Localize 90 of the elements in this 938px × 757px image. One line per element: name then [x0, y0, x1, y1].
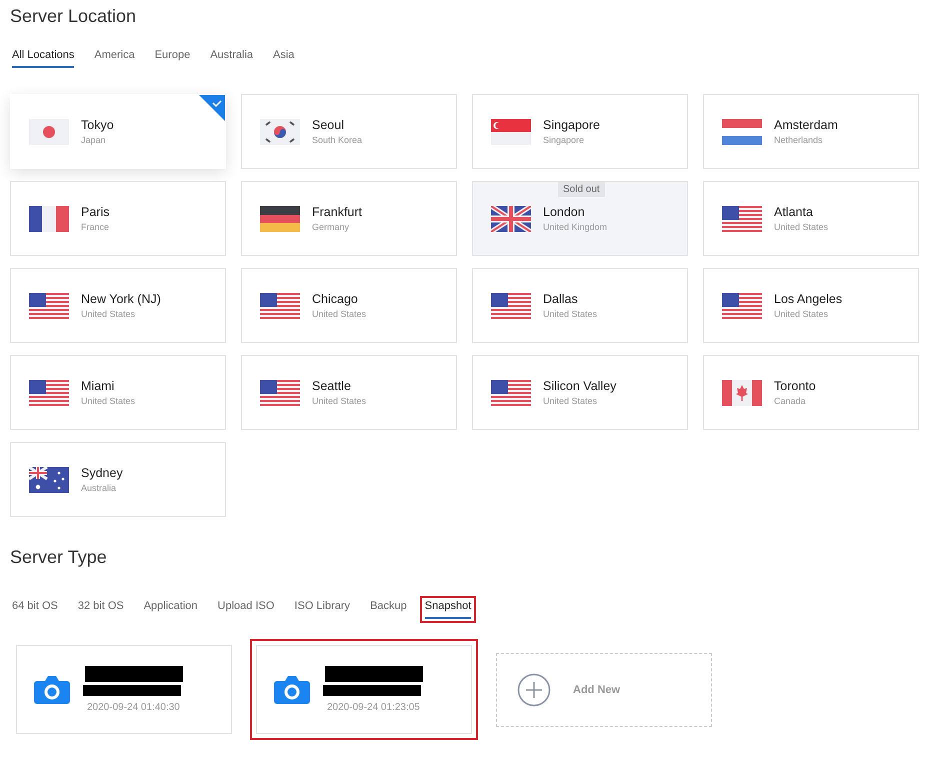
- flag-icon: [260, 380, 300, 406]
- city-name: Silicon Valley: [543, 379, 616, 393]
- city-name: New York (NJ): [81, 292, 161, 306]
- city-name: Frankfurt: [312, 205, 362, 219]
- country-name: United Kingdom: [543, 222, 608, 232]
- flag-icon: [722, 380, 762, 406]
- country-name: United States: [774, 222, 828, 232]
- country-name: United States: [774, 309, 830, 319]
- city-name: Los Angeles: [774, 292, 842, 306]
- flag-icon: [29, 292, 69, 318]
- section-title: Server Location: [10, 6, 138, 27]
- country-name: Netherlands: [774, 135, 824, 145]
- type-tab[interactable]: 32 bit OS: [76, 596, 126, 623]
- country-name: United States: [543, 396, 598, 406]
- country-name: France: [81, 222, 110, 232]
- flag-icon: [260, 206, 300, 232]
- add-new-label: Add New: [573, 684, 620, 696]
- city-name: Amsterdam: [774, 118, 838, 132]
- location-card[interactable]: Tokyo Japan: [10, 94, 226, 169]
- camera-icon: [273, 674, 311, 704]
- location-card[interactable]: Miami United States: [10, 355, 226, 430]
- flag-icon: [491, 118, 531, 144]
- region-tab[interactable]: All Locations: [10, 45, 76, 72]
- location-card[interactable]: Frankfurt Germany: [241, 181, 457, 256]
- flag-icon: [491, 292, 531, 318]
- country-name: Germany: [312, 222, 350, 232]
- snapshot-date: 2020-09-24 01:23:05: [327, 702, 421, 713]
- region-tab[interactable]: Europe: [152, 45, 192, 72]
- type-tab[interactable]: Upload ISO: [216, 596, 276, 623]
- flag-icon: [260, 292, 300, 318]
- flag-icon: [722, 292, 762, 318]
- country-name: United States: [81, 309, 136, 319]
- city-name: Atlanta: [774, 205, 814, 219]
- location-card[interactable]: Chicago United States: [241, 268, 457, 343]
- country-name: South Korea: [312, 135, 362, 145]
- flag-icon: [260, 118, 300, 144]
- type-tab[interactable]: ISO Library: [292, 596, 352, 623]
- city-name: Dallas: [543, 292, 579, 306]
- country-name: United States: [312, 396, 366, 406]
- location-card[interactable]: Toronto Canada: [703, 355, 919, 430]
- location-card[interactable]: Seattle United States: [241, 355, 457, 430]
- location-card[interactable]: Silicon Valley United States: [472, 355, 688, 430]
- sold-out-badge: Sold out: [558, 182, 605, 197]
- country-name: Japan: [81, 135, 107, 145]
- country-name: United States: [312, 309, 366, 319]
- location-card[interactable]: Atlanta United States: [703, 181, 919, 256]
- region-tab[interactable]: America: [92, 45, 137, 72]
- flag-icon: [722, 206, 762, 232]
- location-card[interactable]: Los Angeles United States: [703, 268, 919, 343]
- flag-icon: [29, 118, 69, 144]
- city-name: Miami: [81, 379, 116, 393]
- flag-icon: [29, 206, 69, 232]
- country-name: United States: [543, 309, 598, 319]
- location-card[interactable]: Amsterdam Netherlands: [703, 94, 919, 169]
- location-card[interactable]: Sydney Australia: [10, 442, 226, 517]
- type-tab[interactable]: Snapshot: [420, 596, 476, 623]
- section-title: Server Type: [10, 547, 108, 568]
- flag-icon: [491, 206, 531, 232]
- flag-icon: [29, 380, 69, 406]
- city-name: Chicago: [312, 292, 359, 306]
- flag-icon: [491, 380, 531, 406]
- location-card[interactable]: New York (NJ) United States: [10, 268, 226, 343]
- country-name: Canada: [774, 396, 807, 406]
- country-name: Australia: [81, 483, 118, 493]
- city-name: Seattle: [312, 379, 352, 393]
- country-name: United States: [81, 396, 136, 406]
- city-name: Paris: [81, 205, 110, 219]
- type-tab[interactable]: Backup: [368, 596, 409, 623]
- city-name: Sydney: [81, 466, 123, 480]
- location-card[interactable]: Singapore Singapore: [472, 94, 688, 169]
- location-card[interactable]: Dallas United States: [472, 268, 688, 343]
- selected-check-icon: [199, 95, 225, 121]
- type-tab[interactable]: Application: [142, 596, 200, 623]
- region-tab[interactable]: Asia: [271, 45, 296, 72]
- plus-icon: [517, 672, 551, 706]
- region-tab[interactable]: Australia: [208, 45, 255, 72]
- location-card[interactable]: Seoul South Korea: [241, 94, 457, 169]
- city-name: Toronto: [774, 379, 816, 393]
- city-name: Seoul: [312, 118, 345, 132]
- city-name: Tokyo: [81, 118, 114, 132]
- snapshot-date: 2020-09-24 01:40:30: [87, 702, 181, 713]
- flag-icon: [29, 466, 69, 492]
- camera-icon: [33, 674, 71, 704]
- country-name: Singapore: [543, 135, 586, 145]
- flag-icon: [722, 118, 762, 144]
- type-tab[interactable]: 64 bit OS: [10, 596, 60, 623]
- city-name: Singapore: [543, 118, 600, 132]
- location-card[interactable]: Paris France: [10, 181, 226, 256]
- city-name: London: [543, 205, 586, 219]
- location-card[interactable]: Sold out London United Kingdom: [472, 181, 688, 256]
